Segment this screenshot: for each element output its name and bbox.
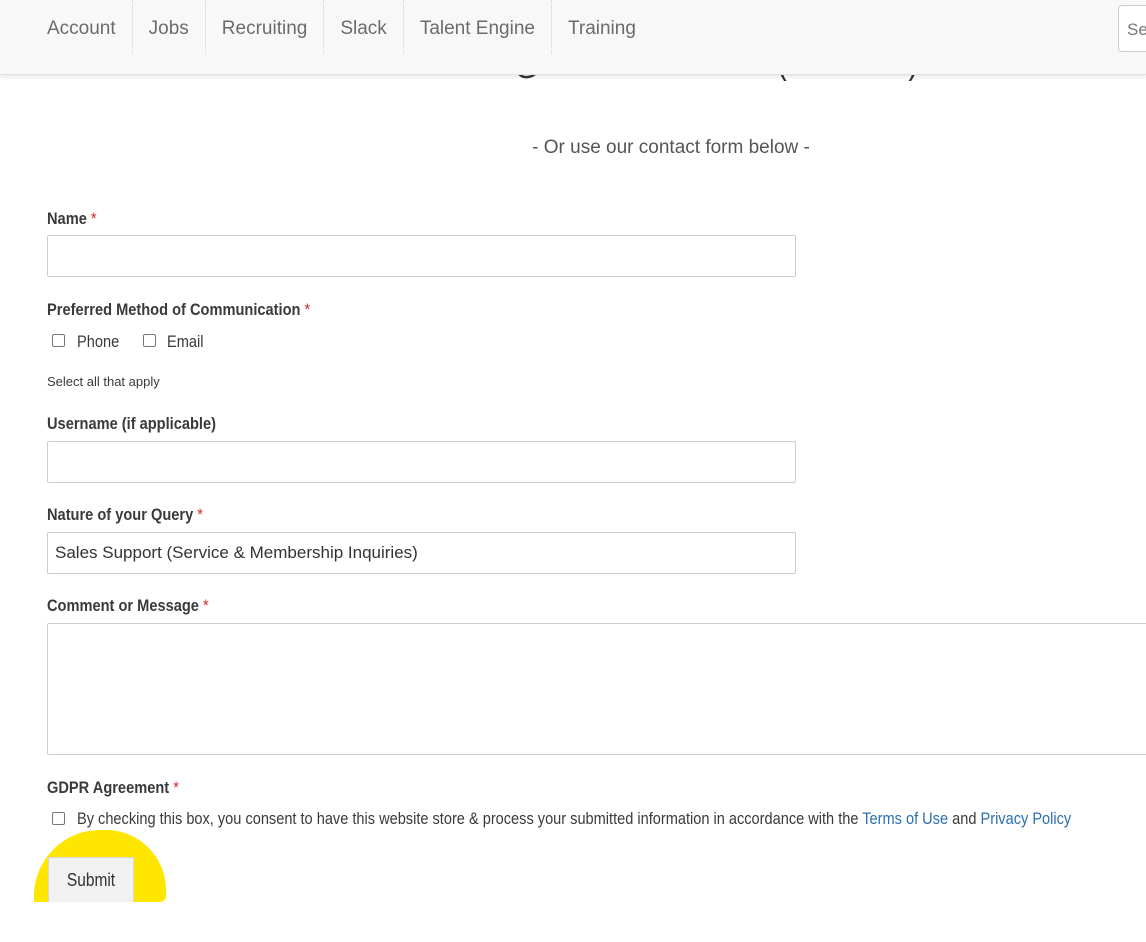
communication-label: Preferred Method of Communication *: [47, 300, 310, 320]
submit-button-label: Submit: [66, 869, 116, 890]
submit-button[interactable]: Submit: [48, 857, 134, 902]
username-label: Username (if applicable): [47, 414, 217, 433]
required-mark: *: [203, 596, 209, 615]
nav-item-jobs[interactable]: Jobs: [131, 0, 205, 54]
comment-textarea[interactable]: [47, 623, 1146, 755]
gdpr-consent-text: By checking this box, you consent to hav…: [77, 809, 1071, 829]
communication-label-text: Preferred Method of Communication: [47, 300, 301, 319]
phone-checkbox-label[interactable]: Phone: [77, 332, 119, 352]
query-select[interactable]: Sales Support (Service & Membership Inqu…: [47, 532, 796, 574]
phone-checkbox[interactable]: [52, 334, 65, 347]
required-mark: *: [304, 300, 311, 319]
nav-item-talent-engine[interactable]: Talent Engine: [402, 0, 551, 54]
comment-label-text: Comment or Message: [47, 596, 199, 615]
gdpr-label: GDPR Agreement *: [47, 778, 179, 798]
query-label: Nature of your Query *: [47, 505, 203, 525]
nav-item-slack[interactable]: Slack: [323, 0, 402, 54]
top-navbar: Account Jobs Recruiting Slack Talent Eng…: [0, 0, 1146, 75]
name-field[interactable]: [47, 235, 796, 277]
terms-of-use-link[interactable]: Terms of Use: [862, 809, 948, 828]
gdpr-checkbox[interactable]: [52, 812, 65, 825]
username-field[interactable]: [47, 441, 796, 483]
nav-menu: Account Jobs Recruiting Slack Talent Eng…: [31, 0, 652, 58]
required-mark: *: [90, 209, 97, 228]
query-label-text: Nature of your Query: [47, 505, 194, 524]
name-label-text: Name: [47, 209, 87, 228]
nav-item-recruiting[interactable]: Recruiting: [204, 0, 324, 54]
nav-item-training[interactable]: Training: [550, 0, 652, 54]
contact-form-subheading: - Or use our contact form below -: [532, 137, 810, 158]
required-mark: *: [173, 778, 179, 797]
gdpr-consent-sentence: By checking this box, you consent to hav…: [77, 809, 859, 828]
nav-item-account[interactable]: Account: [31, 0, 132, 54]
gdpr-and-text: and: [952, 809, 977, 828]
communication-hint: Select all that apply: [47, 374, 160, 389]
name-label: Name *: [47, 209, 97, 229]
privacy-policy-link[interactable]: Privacy Policy: [981, 809, 1072, 828]
gdpr-label-text: GDPR Agreement: [47, 778, 170, 797]
required-mark: *: [197, 505, 204, 524]
email-checkbox[interactable]: [143, 334, 156, 347]
email-checkbox-label[interactable]: Email: [167, 332, 204, 352]
comment-label: Comment or Message *: [47, 596, 209, 616]
search-input[interactable]: Sea: [1118, 5, 1146, 52]
